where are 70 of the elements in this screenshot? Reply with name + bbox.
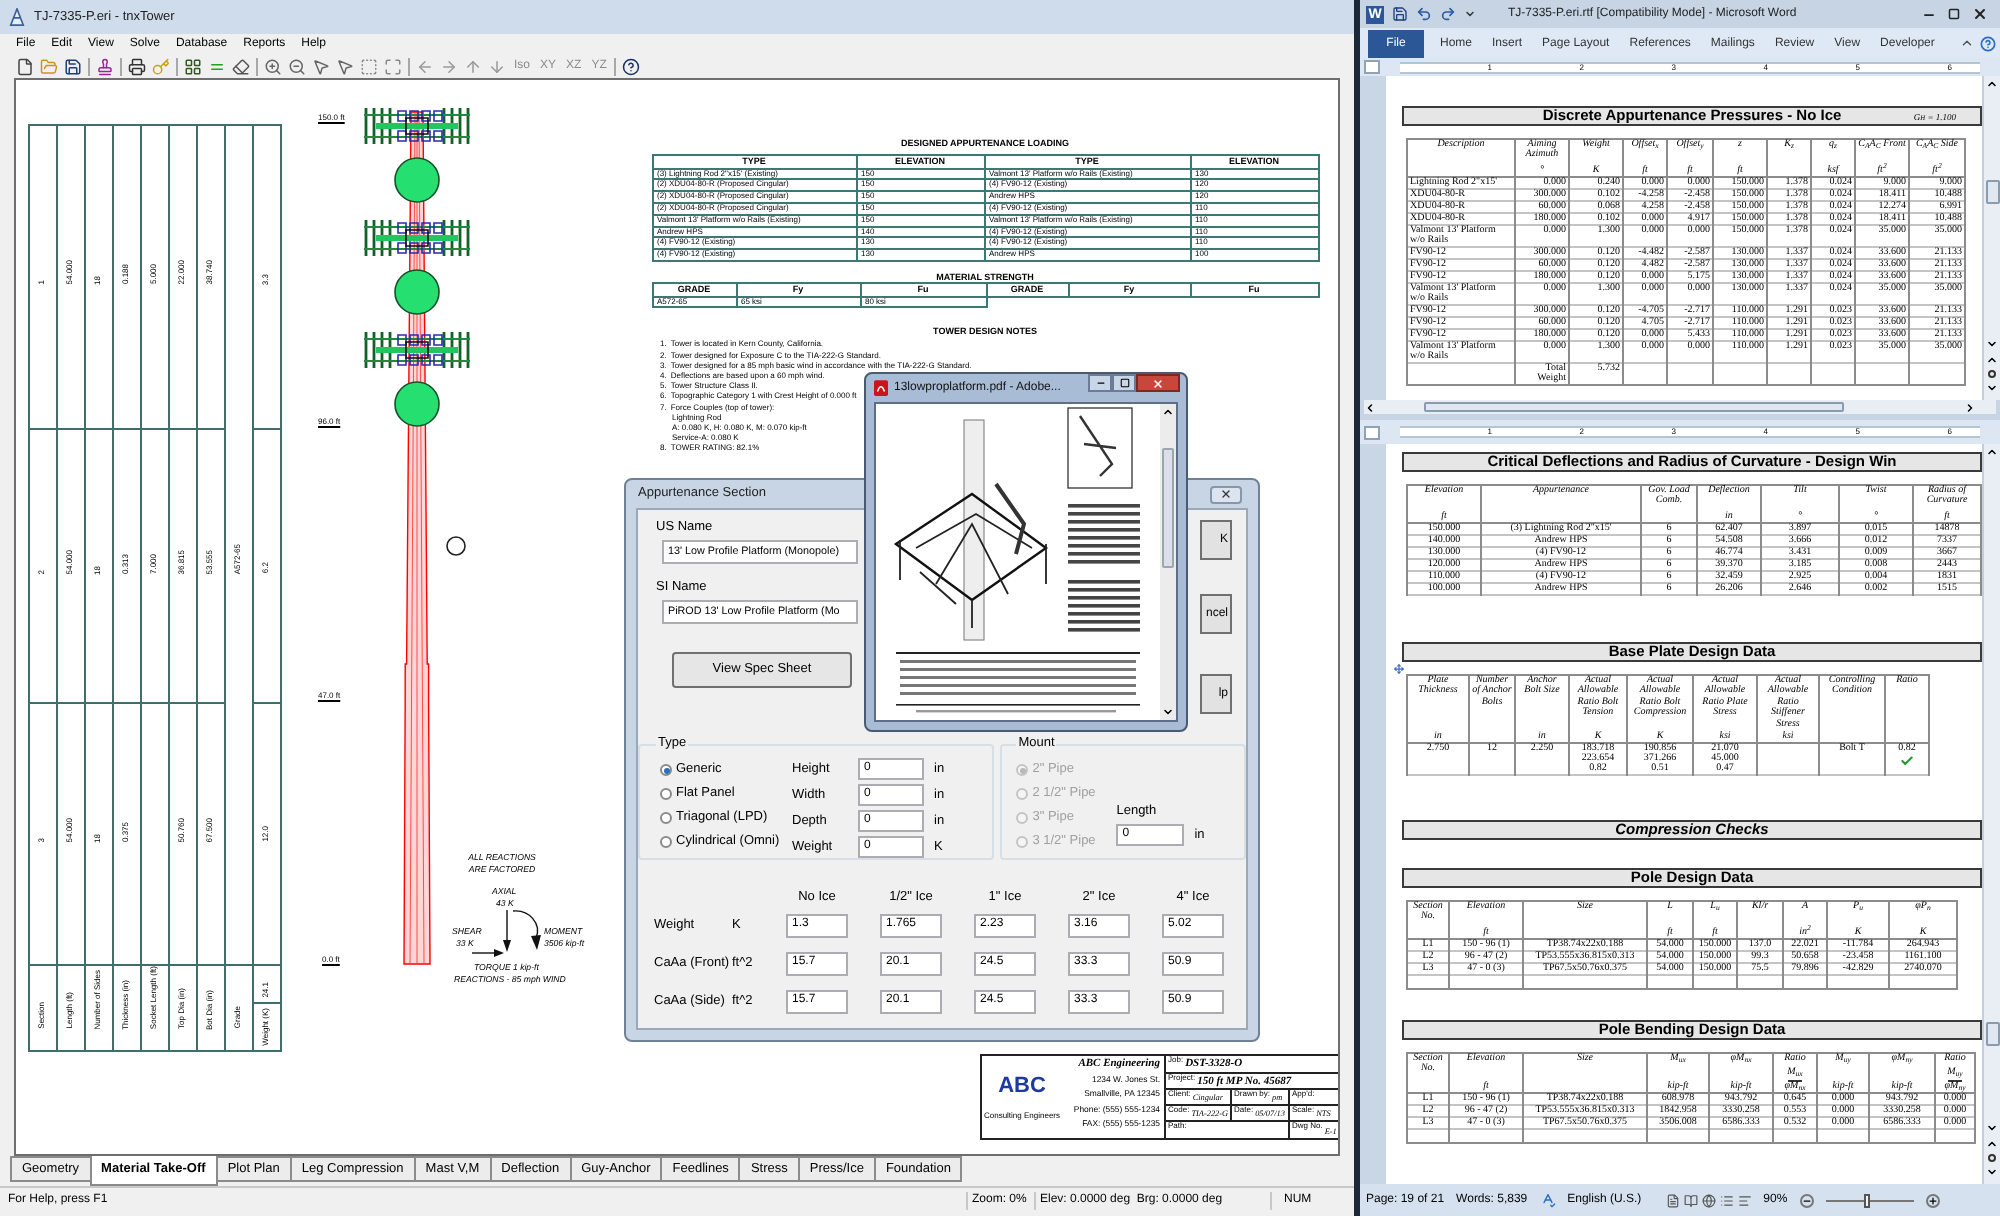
new-file-icon[interactable] xyxy=(16,57,34,75)
platform-icon xyxy=(363,106,471,146)
list-icon[interactable] xyxy=(1719,1193,1734,1207)
chevron-down-icon[interactable] xyxy=(1986,1166,1998,1178)
document-icon[interactable] xyxy=(1665,1193,1680,1207)
radio-button[interactable] xyxy=(660,812,672,824)
zoom-in-icon[interactable] xyxy=(264,57,282,75)
grid-icon[interactable] xyxy=(184,57,202,75)
scrollbar-thumb[interactable] xyxy=(1424,402,1844,412)
right-arrow-icon xyxy=(472,948,504,958)
chevron-down-icon xyxy=(1162,706,1174,718)
chevron-up-icon[interactable] xyxy=(1986,78,1998,90)
minimize-button[interactable] xyxy=(1088,374,1112,392)
close-icon[interactable] xyxy=(1972,6,1988,22)
platform-icon xyxy=(363,218,471,258)
scrollbar-thumb[interactable] xyxy=(1985,1022,1999,1046)
chevron-up-icon[interactable] xyxy=(1986,446,1998,458)
close-icon xyxy=(1220,488,1232,500)
maximize-button[interactable] xyxy=(1112,374,1136,392)
undo-icon[interactable] xyxy=(1416,6,1432,22)
text-lines-icon[interactable] xyxy=(1737,1193,1752,1207)
company-logo: ABC xyxy=(998,1074,1046,1098)
eraser-icon[interactable] xyxy=(232,57,250,75)
chevron-up-icon[interactable] xyxy=(1986,1138,1998,1150)
move-icon[interactable] xyxy=(1394,664,1404,674)
chevron-up-icon xyxy=(1162,406,1174,418)
zoom-out-icon[interactable] xyxy=(288,57,306,75)
redo-icon[interactable] xyxy=(1440,6,1456,22)
chevron-down-icon[interactable] xyxy=(1986,1122,1998,1134)
maximize-icon[interactable] xyxy=(1948,8,1960,20)
chevron-down-icon[interactable] xyxy=(1986,382,1998,394)
curved-arrow-icon xyxy=(512,908,542,952)
chevron-left-icon[interactable] xyxy=(1364,401,1376,413)
tab-stop-selector[interactable] xyxy=(1364,60,1380,74)
plus-circle-icon[interactable] xyxy=(1925,1193,1940,1207)
circle-marker-icon xyxy=(446,536,466,556)
scrollbar-thumb[interactable] xyxy=(1985,180,1999,204)
pdf-icon xyxy=(874,380,888,396)
minimize-icon xyxy=(1095,378,1105,388)
chevron-right-icon[interactable] xyxy=(1964,401,1976,413)
book-icon[interactable] xyxy=(1683,1193,1698,1207)
radio-button[interactable] xyxy=(660,788,672,800)
platform-icon xyxy=(363,330,471,370)
down-arrow-icon xyxy=(502,910,512,952)
save-icon[interactable] xyxy=(64,57,82,75)
close-button[interactable] xyxy=(1136,374,1180,392)
radio-button[interactable] xyxy=(660,764,672,776)
chevron-up-icon[interactable] xyxy=(1986,354,1998,366)
help-icon[interactable] xyxy=(622,57,641,75)
corners-icon[interactable] xyxy=(384,57,402,75)
circle-marker-icon xyxy=(394,157,440,203)
save-icon[interactable] xyxy=(1392,6,1408,22)
scrollbar-thumb xyxy=(1162,448,1174,568)
spell-check-icon[interactable] xyxy=(1539,1192,1556,1208)
tab-stop-selector[interactable] xyxy=(1364,425,1380,439)
minus-circle-icon[interactable] xyxy=(1799,1193,1814,1207)
circle-marker-icon xyxy=(394,269,440,315)
maximize-icon xyxy=(1119,378,1129,388)
tower-icon xyxy=(8,8,26,26)
slider-thumb[interactable] xyxy=(1864,1193,1871,1207)
radio-button[interactable] xyxy=(660,836,672,848)
printer-icon[interactable] xyxy=(128,57,146,75)
chevron-down-icon[interactable] xyxy=(1464,8,1476,20)
close-icon xyxy=(1152,377,1164,389)
chevron-down-icon[interactable] xyxy=(1986,338,1998,350)
globe-icon[interactable] xyxy=(1701,1193,1716,1207)
stamp-icon[interactable] xyxy=(96,57,114,75)
close-button[interactable] xyxy=(1210,485,1242,503)
dashed-square-icon[interactable] xyxy=(360,57,378,75)
circle-marker-icon xyxy=(394,381,440,427)
